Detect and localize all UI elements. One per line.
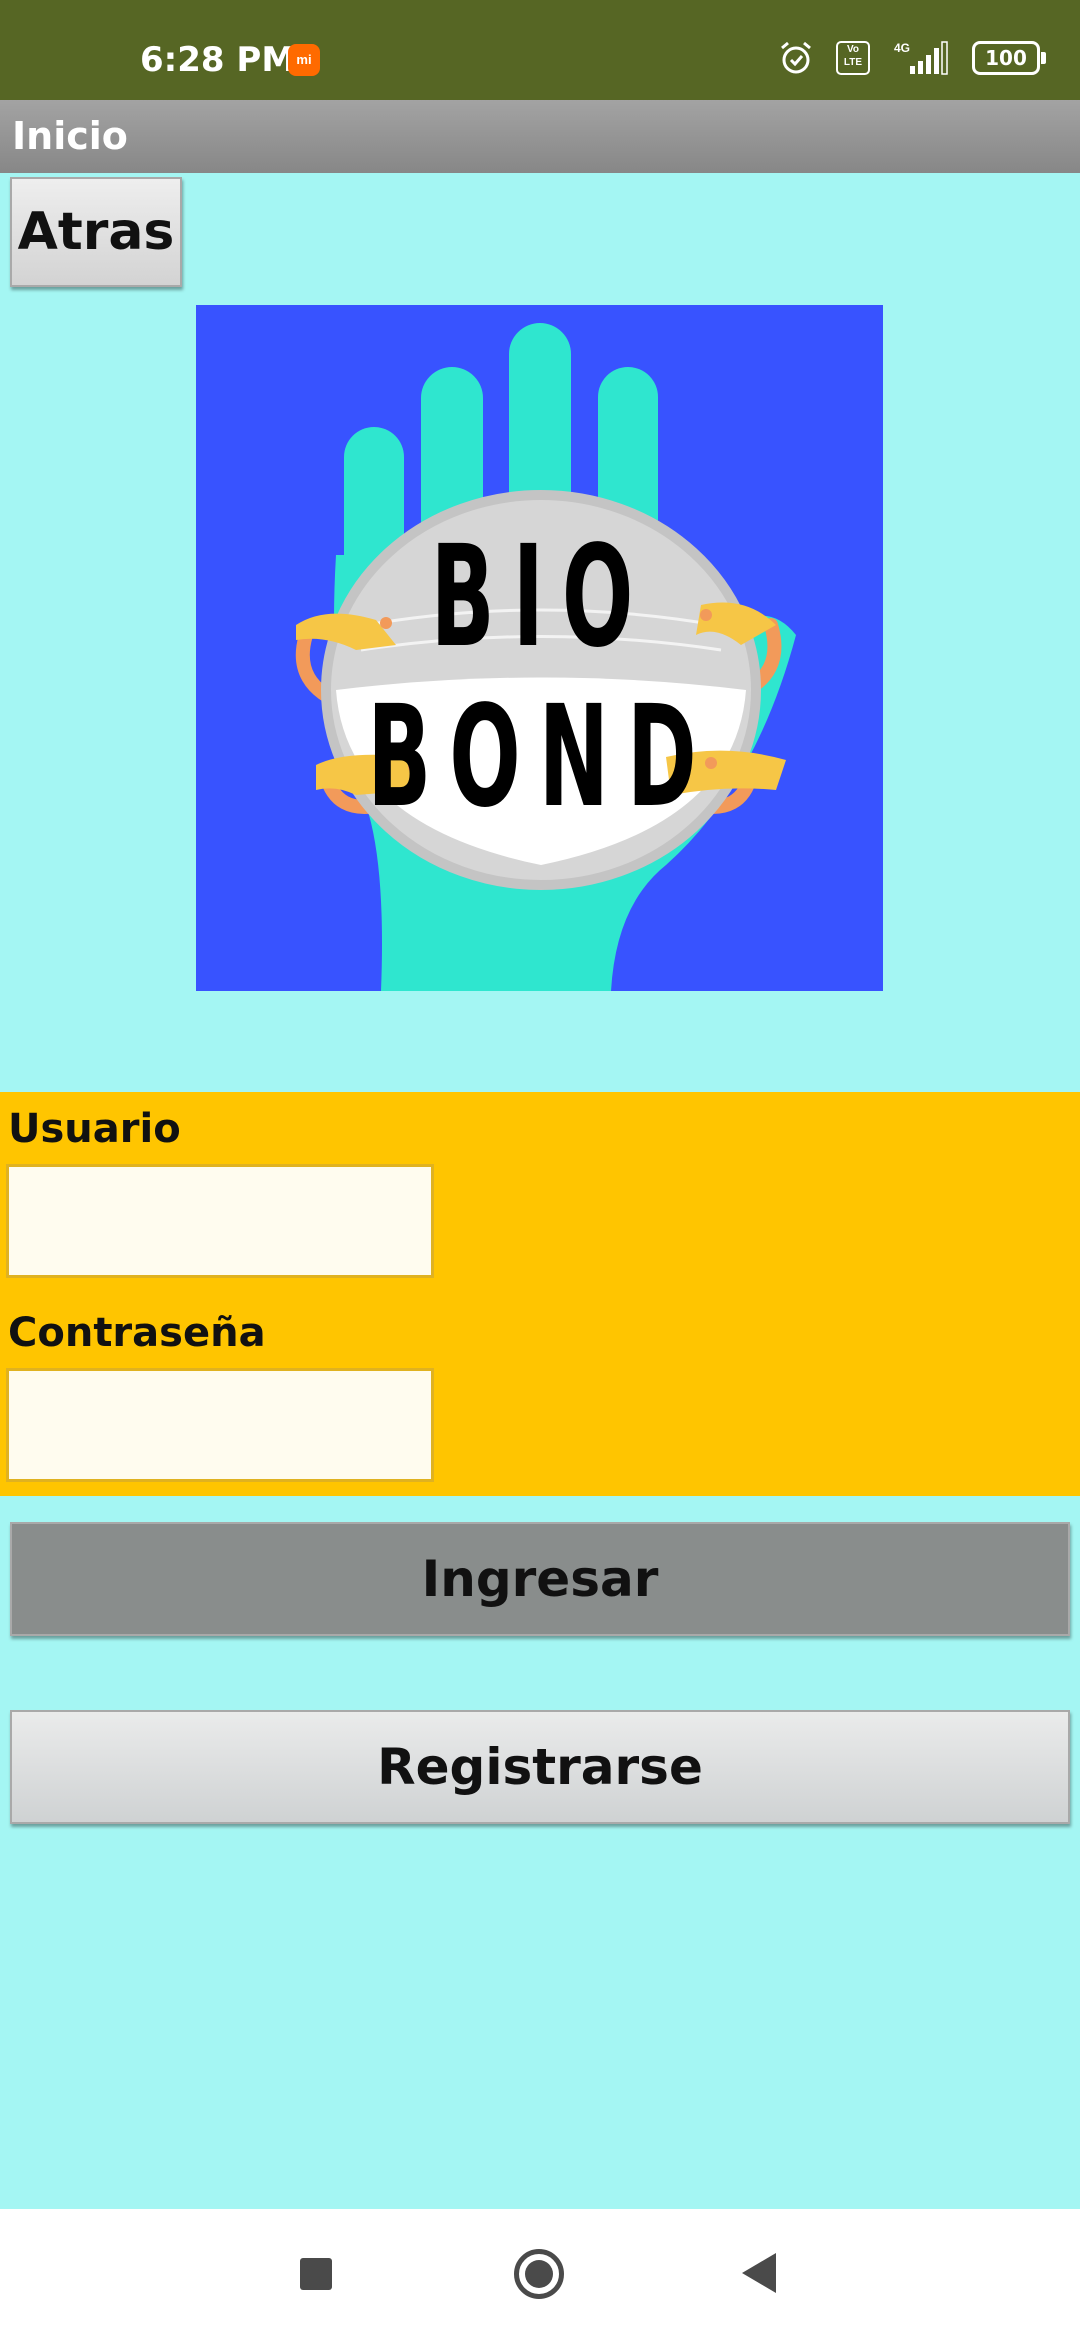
title-bar: Inicio: [0, 100, 1080, 173]
bio-bond-logo: BIO BOND: [196, 305, 883, 991]
home-circle-icon[interactable]: [514, 2249, 564, 2299]
username-label: Usuario: [8, 1106, 181, 1152]
password-input[interactable]: [6, 1368, 434, 1482]
password-label: Contraseña: [8, 1310, 266, 1356]
screen-title: Inicio: [12, 114, 128, 158]
alarm-icon: [781, 41, 811, 74]
4g-signal-icon: 4G: [894, 41, 948, 75]
network-label: 4G: [894, 41, 910, 55]
status-bar: 6:28 PM mi Vo LTE 4G 100: [0, 0, 1080, 100]
logo-text-bond: BOND: [367, 676, 714, 838]
login-form: Usuario Contraseña: [0, 1092, 1080, 1496]
mi-app-icon: mi: [288, 44, 320, 76]
status-time: 6:28 PM: [140, 40, 296, 80]
volte-icon: Vo LTE: [836, 41, 870, 75]
battery-icon: 100: [972, 41, 1046, 75]
logo-text-bio: BIO: [431, 516, 652, 678]
username-input[interactable]: [6, 1164, 434, 1278]
system-nav-bar: [0, 2209, 1080, 2340]
back-button[interactable]: Atras: [10, 177, 182, 287]
register-button[interactable]: Registrarse: [10, 1710, 1070, 1824]
recents-square-icon[interactable]: [300, 2258, 332, 2290]
status-icons: Vo LTE 4G 100: [756, 38, 1046, 78]
back-triangle-icon[interactable]: [742, 2253, 776, 2293]
login-button[interactable]: Ingresar: [10, 1522, 1070, 1636]
